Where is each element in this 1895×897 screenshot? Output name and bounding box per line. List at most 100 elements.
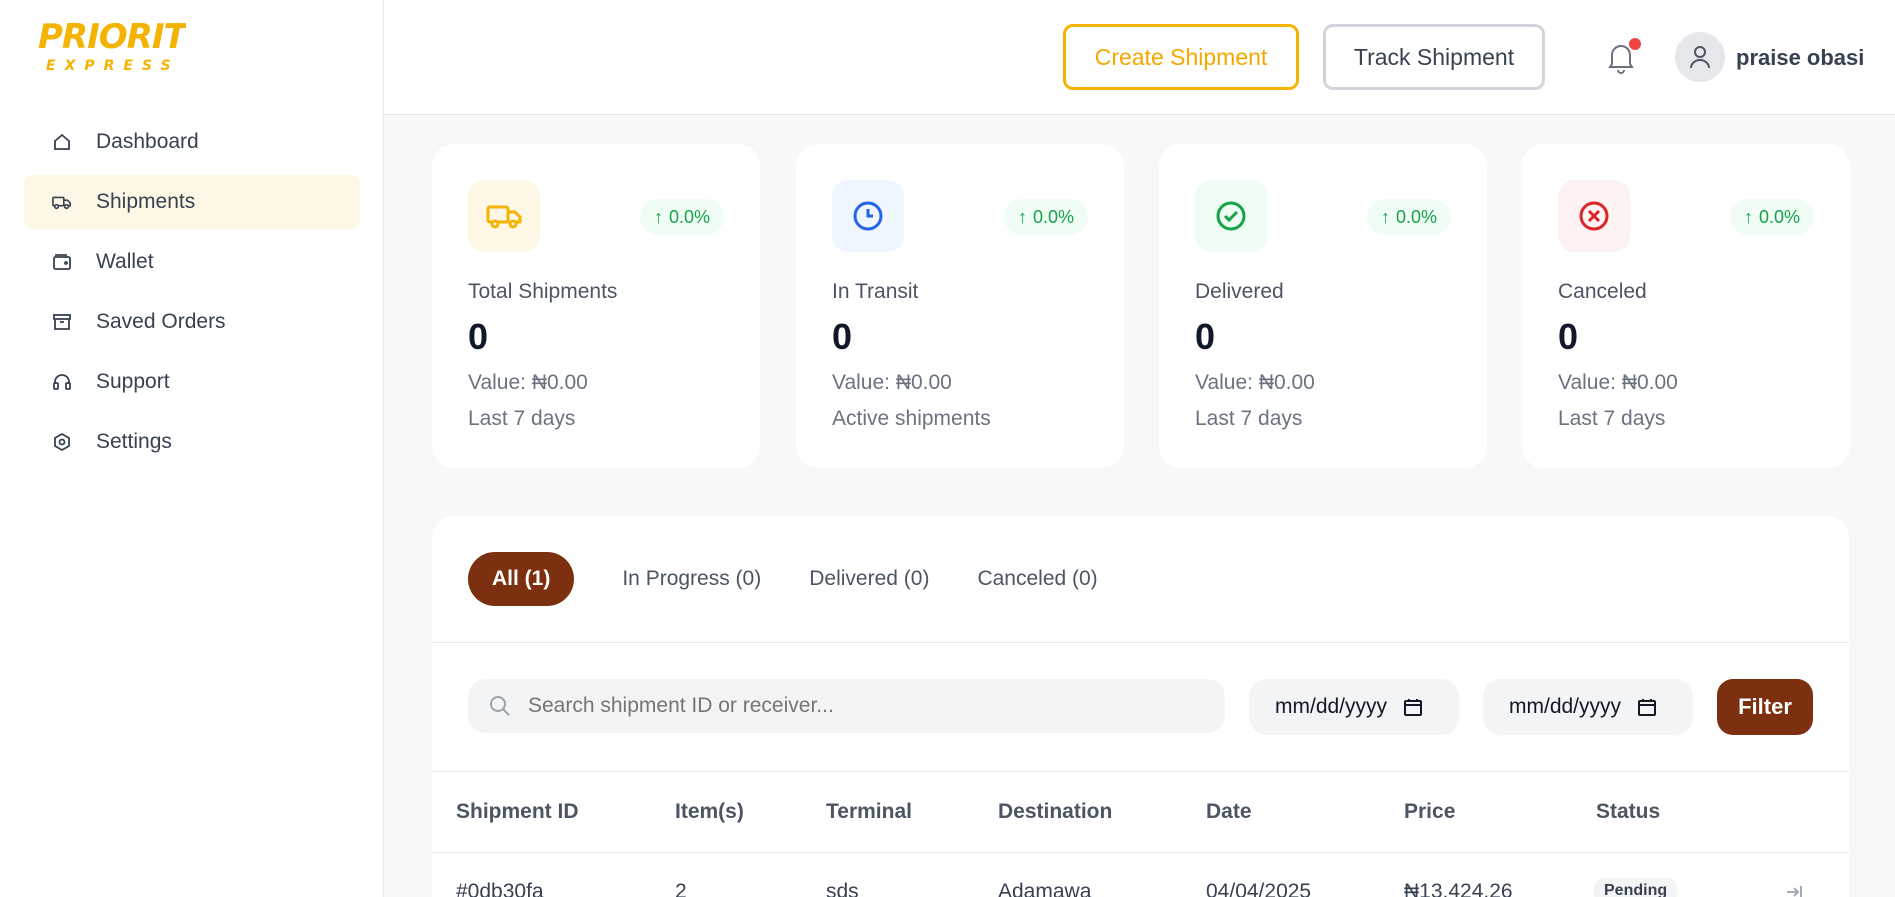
- check-circle-icon: [1195, 180, 1267, 252]
- trend-value: 0.0%: [1395, 206, 1437, 227]
- trend-value: 0.0%: [1032, 206, 1074, 227]
- date-to-input[interactable]: mm/dd/yyyy: [1483, 679, 1693, 735]
- sidebar-item-label: Support: [96, 370, 170, 393]
- sidebar-item-label: Saved Orders: [96, 310, 226, 333]
- column-header-date[interactable]: Date: [1206, 800, 1252, 824]
- headset-icon: [52, 372, 72, 392]
- trend-value: 0.0%: [1758, 206, 1800, 227]
- wallet-icon: [52, 252, 72, 272]
- cell-shipment-id: #0db30fa: [456, 880, 544, 897]
- svg-text:PRIORITY: PRIORITY: [38, 17, 186, 57]
- arrow-up-icon: ↑: [653, 206, 663, 227]
- stat-value: Value: ₦0.00: [1558, 371, 1678, 394]
- search-input[interactable]: [528, 694, 1168, 718]
- home-icon: [52, 132, 72, 152]
- stat-title: In Transit: [832, 280, 919, 303]
- column-header-terminal[interactable]: Terminal: [826, 800, 912, 824]
- stat-subtitle: Active shipments: [832, 407, 991, 430]
- arrow-right-icon[interactable]: [1784, 882, 1804, 897]
- search-icon: [490, 696, 510, 716]
- create-shipment-button[interactable]: Create Shipment: [1063, 24, 1299, 90]
- stat-title: Total Shipments: [468, 280, 618, 303]
- sidebar-item-label: Wallet: [96, 250, 154, 273]
- stat-count: 0: [1195, 316, 1216, 357]
- cell-date: 04/04/2025: [1206, 880, 1312, 897]
- x-circle-icon: [1558, 180, 1630, 252]
- arrow-up-icon: ↑: [1380, 206, 1390, 227]
- arrow-up-icon: ↑: [1017, 206, 1027, 227]
- stat-card-delivered: ↑ 0.0% Delivered 0 Value: ₦0.00 Last 7 da…: [1159, 144, 1487, 468]
- tab-delivered[interactable]: Delivered (0): [809, 552, 929, 606]
- tab-canceled[interactable]: Canceled (0): [977, 552, 1097, 606]
- date-from-text: mm/dd/yyyy: [1275, 695, 1388, 718]
- gear-icon: [52, 432, 72, 452]
- stat-card-canceled: ↑ 0.0% Canceled 0 Value: ₦0.00 Last 7 day…: [1522, 144, 1850, 468]
- sidebar-item-saved-orders[interactable]: Saved Orders: [24, 295, 360, 349]
- search-box[interactable]: [468, 679, 1225, 733]
- sidebar-item-support[interactable]: Support: [24, 355, 360, 409]
- trend-badge: ↑ 0.0%: [1003, 199, 1088, 235]
- stat-value: Value: ₦0.00: [468, 371, 588, 394]
- svg-text:EXPRESS: EXPRESS: [46, 58, 180, 74]
- sidebar-item-label: Shipments: [96, 190, 196, 213]
- cell-destination: Adamawa: [998, 880, 1092, 897]
- priority-express-logo[interactable]: PRIORITY EXPRESS: [36, 14, 215, 74]
- cell-items: 2: [675, 880, 687, 897]
- cell-terminal: sds: [826, 880, 859, 897]
- status-tabs: All (1) In Progress (0) Delivered (0) Ca…: [468, 552, 1098, 606]
- sidebar-item-settings[interactable]: Settings: [24, 415, 360, 469]
- divider: [432, 642, 1849, 643]
- stat-title: Delivered: [1195, 280, 1284, 303]
- stat-count: 0: [832, 316, 853, 357]
- truck-icon: [52, 192, 72, 212]
- divider: [432, 771, 1849, 772]
- sidebar-item-label: Dashboard: [96, 130, 199, 153]
- stat-subtitle: Last 7 days: [468, 407, 576, 430]
- sidebar-item-dashboard[interactable]: Dashboard: [24, 115, 360, 169]
- top-header: Create Shipment Track Shipment praise ob…: [384, 0, 1895, 115]
- column-header-price[interactable]: Price: [1404, 800, 1455, 824]
- calendar-icon: [1404, 699, 1423, 716]
- avatar[interactable]: [1675, 32, 1725, 82]
- track-shipment-button[interactable]: Track Shipment: [1323, 24, 1545, 90]
- archive-icon: [52, 312, 72, 332]
- tab-in-progress[interactable]: In Progress (0): [622, 552, 761, 606]
- stat-subtitle: Last 7 days: [1558, 407, 1666, 430]
- filter-button[interactable]: Filter: [1717, 679, 1813, 735]
- trend-badge: ↑ 0.0%: [1729, 199, 1814, 235]
- stat-value: Value: ₦0.00: [1195, 371, 1315, 394]
- clock-icon: [832, 180, 904, 252]
- tab-all[interactable]: All (1): [468, 552, 575, 606]
- sidebar-item-label: Settings: [96, 430, 172, 453]
- column-header-destination[interactable]: Destination: [998, 800, 1112, 824]
- user-icon: [1690, 46, 1710, 69]
- date-to-text: mm/dd/yyyy: [1509, 695, 1622, 718]
- column-header-shipment-id[interactable]: Shipment ID: [456, 800, 579, 824]
- stat-count: 0: [1558, 316, 1579, 357]
- stat-card-total-shipments: ↑ 0.0% Total Shipments 0 Value: ₦0.00 Las…: [432, 144, 760, 468]
- sidebar: PRIORITY EXPRESS Dashboard Shipments Wal…: [0, 0, 384, 897]
- stat-subtitle: Last 7 days: [1195, 407, 1303, 430]
- date-from-input[interactable]: mm/dd/yyyy: [1249, 679, 1459, 735]
- stat-title: Canceled: [1558, 280, 1647, 303]
- truck-icon: [468, 180, 540, 252]
- username[interactable]: praise obasi: [1736, 45, 1864, 71]
- stat-value: Value: ₦0.00: [832, 371, 952, 394]
- sidebar-nav: Dashboard Shipments Wallet Saved Orders …: [24, 115, 360, 475]
- trend-badge: ↑ 0.0%: [639, 199, 724, 235]
- status-badge: Pending: [1594, 878, 1678, 897]
- shipments-panel: All (1) In Progress (0) Delivered (0) Ca…: [432, 516, 1849, 897]
- stat-count: 0: [468, 316, 489, 357]
- sidebar-item-shipments[interactable]: Shipments: [24, 175, 360, 229]
- arrow-up-icon: ↑: [1743, 206, 1753, 227]
- trend-badge: ↑ 0.0%: [1366, 199, 1451, 235]
- column-header-status[interactable]: Status: [1596, 800, 1660, 824]
- calendar-icon: [1638, 699, 1657, 716]
- sidebar-item-wallet[interactable]: Wallet: [24, 235, 360, 289]
- divider: [432, 852, 1849, 853]
- stat-card-in-transit: ↑ 0.0% In Transit 0 Value: ₦0.00 Active s…: [796, 144, 1124, 468]
- column-header-items[interactable]: Item(s): [675, 800, 744, 824]
- trend-value: 0.0%: [668, 206, 710, 227]
- notification-dot: [1629, 38, 1641, 50]
- cell-price: ₦13,424.26: [1404, 880, 1513, 897]
